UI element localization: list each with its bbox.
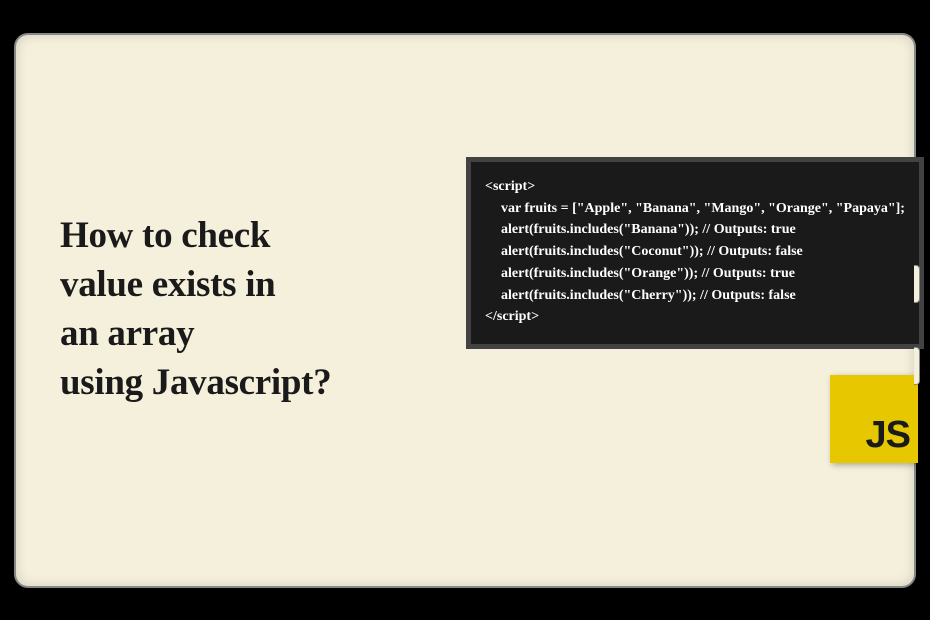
code-snippet-box: <script> var fruits = ["Apple", "Banana"… [466,157,924,349]
title-line: an array [60,313,194,354]
title-column: How to check value exists in an array us… [60,212,450,407]
right-column: <script> var fruits = ["Apple", "Banana"… [466,157,924,463]
code-line: alert(fruits.includes("Orange")); // Out… [485,263,905,285]
code-line: alert(fruits.includes("Coconut")); // Ou… [485,241,905,263]
title-line: value exists in [60,264,275,305]
code-line: var fruits = ["Apple", "Banana", "Mango"… [485,198,905,220]
slide-title: How to check value exists in an array us… [60,212,450,407]
code-line: alert(fruits.includes("Cherry")); // Out… [485,285,905,307]
code-line: alert(fruits.includes("Banana")); // Out… [485,219,905,241]
card-tab-decoration [914,265,920,303]
javascript-logo-icon: JS [830,375,918,463]
title-line: How to check [60,215,270,256]
code-line: </script> [485,306,905,328]
logo-text: JS [866,414,910,457]
card-tab-decoration [914,347,920,385]
code-line: <script> [485,176,905,198]
title-line: using Javascript? [60,362,331,403]
slide-card: How to check value exists in an array us… [14,33,916,588]
